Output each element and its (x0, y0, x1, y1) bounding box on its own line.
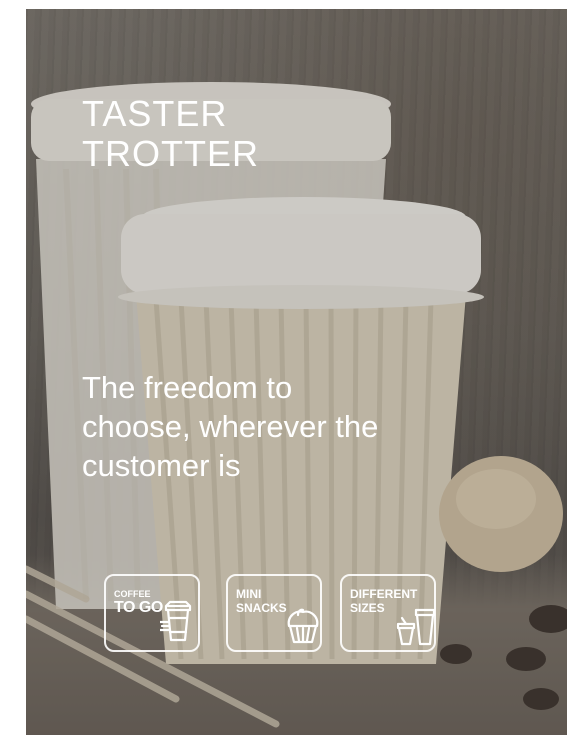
title-line-2: TROTTER (82, 133, 259, 174)
badge-label-line1: COFFEE (114, 589, 151, 599)
cup-sizes-icon (396, 608, 436, 646)
badge-label-line2: SIZES (350, 601, 385, 615)
badge-label-line2: TO GO (114, 599, 163, 616)
brand-title: TASTER TROTTER (82, 94, 259, 174)
badge-different-sizes: DIFFERENT SIZES (340, 574, 436, 652)
title-line-1: TASTER (82, 93, 228, 134)
tagline: The freedom to choose, wherever the cust… (82, 370, 379, 483)
badge-coffee-to-go: COFFEE TO GO (104, 574, 200, 652)
takeaway-cup-icon (160, 600, 192, 642)
badge-label-line1: DIFFERENT (350, 587, 418, 601)
badge-mini-snacks: MINI SNACKS (226, 574, 322, 652)
badge-label-line1: MINI (236, 587, 262, 601)
muffin-icon (287, 608, 319, 644)
badge-label-line2: SNACKS (236, 601, 287, 615)
